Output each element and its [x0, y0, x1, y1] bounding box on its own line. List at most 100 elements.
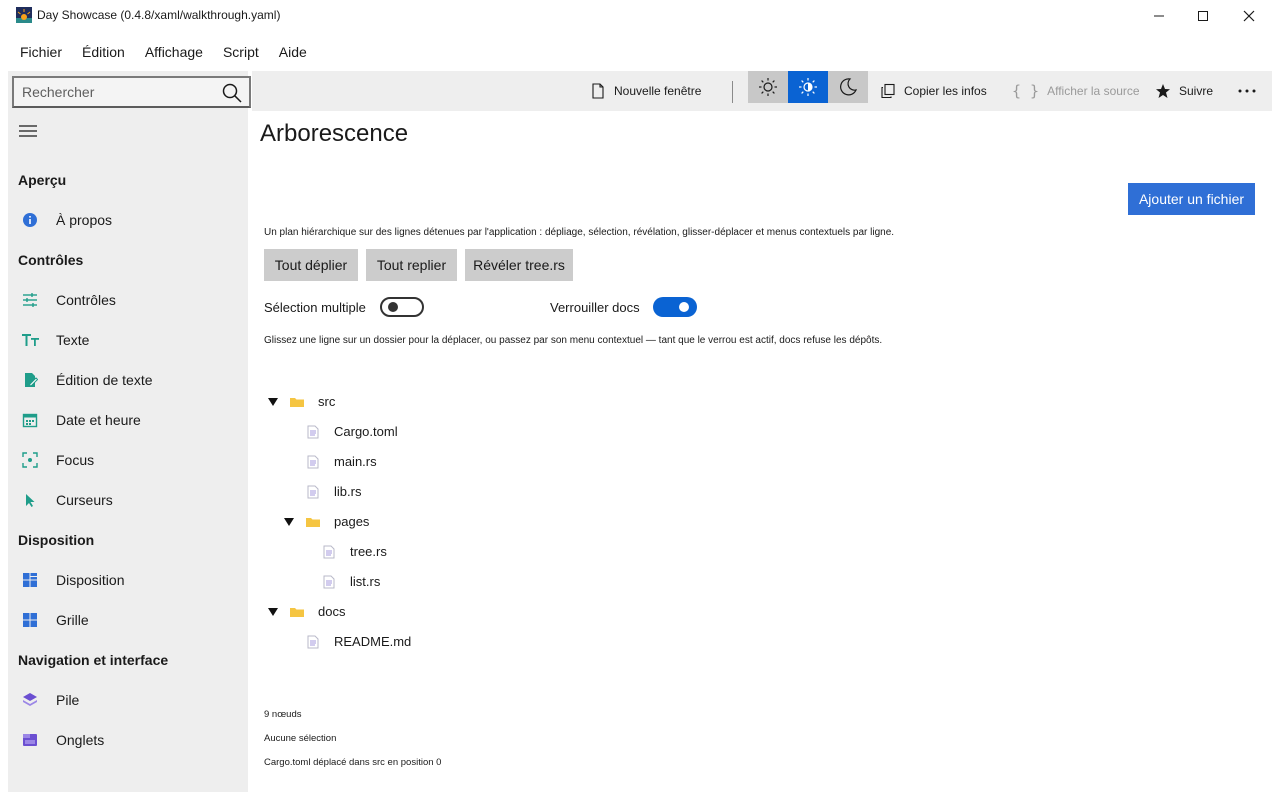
close-button[interactable]	[1226, 0, 1272, 32]
reveal-tree-button[interactable]: Révéler tree.rs	[465, 249, 573, 281]
show-source-label: Afficher la source	[1047, 84, 1140, 98]
hamburger-menu-button[interactable]	[18, 123, 38, 139]
tree-row-readme-md[interactable]: README.md	[260, 627, 660, 657]
more-options-button[interactable]	[1238, 71, 1256, 111]
maximize-icon	[1198, 11, 1208, 21]
tree-row-main-rs[interactable]: main.rs	[260, 447, 660, 477]
sidebar-item-label: Édition de texte	[56, 372, 153, 388]
sidebar-item-label: Focus	[56, 452, 95, 468]
tree-row-src[interactable]: src	[260, 387, 660, 417]
sidebar-item-label: Texte	[56, 332, 90, 348]
tree-label: docs	[318, 604, 346, 619]
search-box	[12, 76, 251, 108]
tree-row-pages[interactable]: pages	[260, 507, 660, 537]
text-size-icon	[22, 332, 39, 348]
search-input[interactable]	[22, 78, 217, 106]
braces-icon: { }	[1012, 82, 1040, 100]
collapse-all-button[interactable]: Tout replier	[366, 249, 457, 281]
folder-icon	[306, 518, 320, 527]
menu-script[interactable]: Script	[213, 38, 269, 66]
nav-section-controles: Contrôles	[18, 252, 84, 268]
search-button[interactable]	[221, 82, 243, 104]
calendar-icon	[22, 412, 38, 428]
tree-row-list-rs[interactable]: list.rs	[260, 567, 660, 597]
title-bar: Day Showcase (0.4.8/xaml/walkthrough.yam…	[0, 0, 1280, 32]
copy-info-label: Copier les infos	[904, 84, 987, 98]
edit-document-icon	[22, 372, 38, 388]
tree-label: main.rs	[334, 454, 377, 469]
sidebar-item-pile[interactable]: Pile	[8, 682, 248, 718]
lock-docs-label: Verrouiller docs	[550, 300, 640, 315]
tree-row-cargo-toml[interactable]: Cargo.toml	[260, 417, 660, 447]
new-window-label: Nouvelle fenêtre	[614, 84, 702, 98]
last-action-status: Cargo.toml déplacé dans src en position …	[264, 757, 442, 768]
new-window-button[interactable]: Nouvelle fenêtre	[590, 71, 701, 111]
tree-row-docs[interactable]: docs	[260, 597, 660, 627]
sidebar-item-label: À propos	[56, 212, 113, 228]
drag-hint: Glissez une ligne sur un dossier pour la…	[264, 335, 883, 346]
sidebar-item-a-propos[interactable]: À propos	[8, 202, 248, 238]
menu-fichier[interactable]: Fichier	[10, 38, 72, 66]
sidebar-item-edition-texte[interactable]: Édition de texte	[8, 362, 248, 398]
hamburger-icon	[19, 125, 37, 137]
theme-dark-button[interactable]	[828, 71, 868, 103]
sidebar-item-focus[interactable]: Focus	[8, 442, 248, 478]
file-icon	[307, 485, 319, 499]
window-title: Day Showcase (0.4.8/xaml/walkthrough.yam…	[37, 8, 281, 22]
tree-label: src	[318, 394, 336, 409]
sidebar-item-label: Pile	[56, 692, 80, 708]
sidebar-item-label: Onglets	[56, 732, 105, 748]
add-file-button[interactable]: Ajouter un fichier	[1128, 183, 1255, 215]
menu-affichage[interactable]: Affichage	[135, 38, 213, 66]
page-title: Arborescence	[260, 120, 409, 147]
toggle-knob	[679, 302, 689, 312]
sidebar-item-onglets[interactable]: Onglets	[8, 722, 248, 758]
sidebar-item-grille[interactable]: Grille	[8, 602, 248, 638]
menu-aide[interactable]: Aide	[269, 38, 317, 66]
minimize-button[interactable]	[1136, 0, 1182, 32]
nav-section-disposition: Disposition	[18, 532, 95, 548]
file-icon	[307, 455, 319, 469]
theme-system-button[interactable]	[788, 71, 828, 103]
multi-select-toggle[interactable]	[380, 297, 424, 317]
selection-status: Aucune sélection	[264, 733, 337, 744]
folder-icon	[290, 398, 304, 407]
sidebar-item-controles[interactable]: Contrôles	[8, 282, 248, 318]
sidebar: Aperçu À propos Contrôles Contrôles Text…	[8, 71, 251, 792]
expand-triangle-icon	[284, 518, 294, 526]
close-icon	[1243, 10, 1255, 22]
sidebar-item-texte[interactable]: Texte	[8, 322, 248, 358]
file-icon	[323, 545, 335, 559]
expand-triangle-icon	[268, 608, 278, 616]
file-icon	[307, 635, 319, 649]
maximize-button[interactable]	[1180, 0, 1226, 32]
menu-edition[interactable]: Édition	[72, 38, 135, 66]
tree-label: Cargo.toml	[334, 424, 398, 439]
lock-docs-toggle[interactable]	[653, 297, 697, 317]
sidebar-item-disposition[interactable]: Disposition	[8, 562, 248, 598]
nav-section-apercu: Aperçu	[18, 172, 67, 188]
search-icon	[222, 83, 242, 103]
minimize-icon	[1154, 15, 1164, 17]
expand-all-button[interactable]: Tout déplier	[264, 249, 358, 281]
file-icon	[307, 425, 319, 439]
copy-info-button[interactable]: Copier les infos	[880, 71, 987, 111]
show-source-button[interactable]: { } Afficher la source	[1012, 71, 1140, 111]
tree-label: list.rs	[350, 574, 381, 589]
document-icon	[592, 83, 604, 99]
folder-icon	[290, 608, 304, 617]
toggle-knob	[388, 302, 398, 312]
sun-icon	[759, 78, 777, 96]
tree-row-lib-rs[interactable]: lib.rs	[260, 477, 660, 507]
tree-row-tree-rs[interactable]: tree.rs	[260, 537, 660, 567]
moon-icon	[840, 78, 858, 96]
sidebar-item-date-heure[interactable]: Date et heure	[8, 402, 248, 438]
follow-button[interactable]: Suivre	[1155, 71, 1213, 111]
cursor-icon	[22, 492, 38, 508]
sidebar-item-label: Date et heure	[56, 412, 141, 428]
theme-light-button[interactable]	[748, 71, 788, 103]
sidebar-item-curseurs[interactable]: Curseurs	[8, 482, 248, 518]
info-icon	[22, 212, 38, 228]
page-description: Un plan hiérarchique sur des lignes déte…	[264, 227, 895, 238]
layout-icon	[22, 572, 38, 588]
